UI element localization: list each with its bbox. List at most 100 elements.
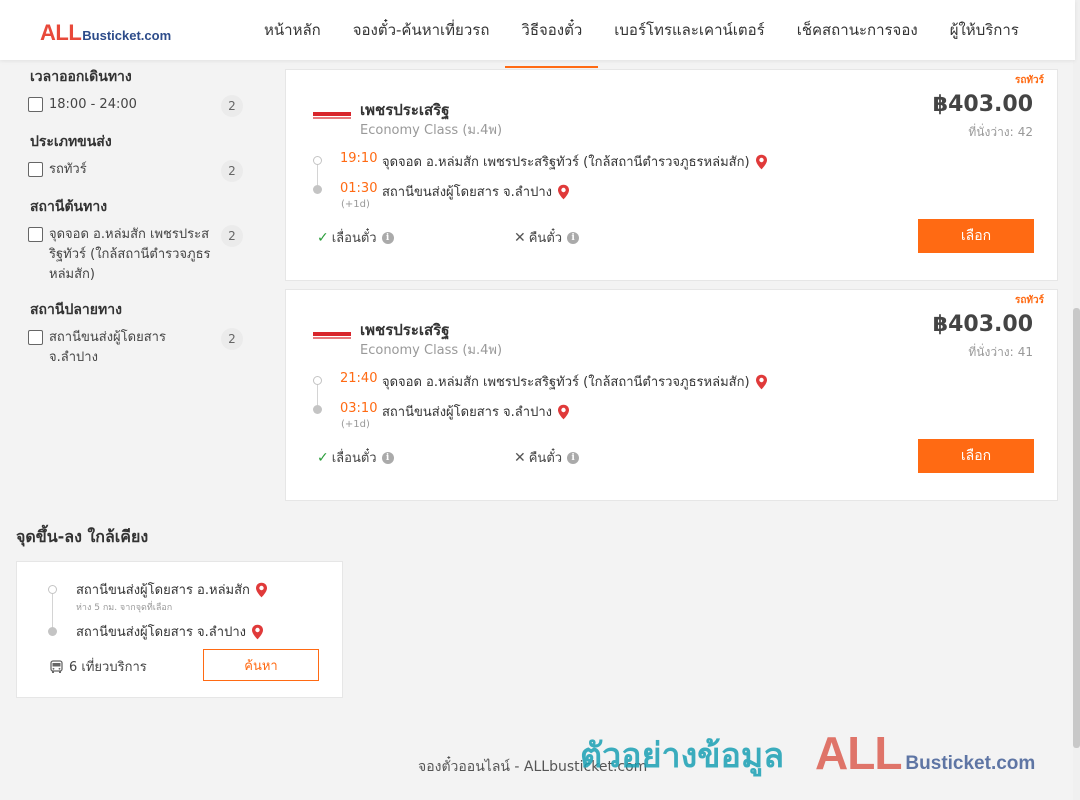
filter-group-transport-type: ประเภทขนส่ง รถทัวร์ 2 <box>28 131 258 182</box>
nearby-from-station: สถานีขนส่งผู้โดยสาร อ.หล่มสัก <box>76 579 268 600</box>
filter-option[interactable]: 18:00 - 24:00 2 <box>28 95 258 117</box>
seats-available: ที่นั่งว่าง: 41 <box>968 343 1033 362</box>
filter-label[interactable]: จุดจอด อ.หล่มสัก เพชรประสริฐทัวร์ (ใกล้ส… <box>49 225 217 285</box>
arrival-dot-icon <box>48 627 57 636</box>
filter-count-badge: 2 <box>221 225 243 247</box>
logo-all-text: ALL <box>40 20 82 45</box>
departure-time: 21:40 <box>340 371 378 386</box>
filter-title: สถานีปลายทาง <box>30 302 122 318</box>
departure-station-name: จุดจอด อ.หล่มสัก เพชรประสริฐทัวร์ (ใกล้ส… <box>382 155 750 170</box>
watermark-logo: ALL Busticket.com <box>815 726 1035 780</box>
filter-option[interactable]: สถานีขนส่งผู้โดยสาร จ.ลำปาง 2 <box>28 328 258 368</box>
trip-card: รถทัวร์ เพชรประเสริฐ Economy Class (ม.4พ… <box>285 69 1058 281</box>
nearby-distance-note: ห่าง 5 กม. จากจุดที่เลือก <box>76 603 173 613</box>
arrival-station-name: สถานีขนส่งผู้โดยสาร จ.ลำปาง <box>382 185 552 200</box>
arrival-station: สถานีขนส่งผู้โดยสาร จ.ลำปาง <box>382 181 570 202</box>
filter-count-badge: 2 <box>221 95 243 117</box>
departure-dot-icon <box>313 156 322 165</box>
map-pin-icon[interactable] <box>255 582 268 598</box>
ticket-price: ฿403.00 <box>932 312 1033 337</box>
filter-title: สถานีต้นทาง <box>30 199 108 215</box>
watermark-logo-rest: Busticket.com <box>905 753 1036 774</box>
seats-label: ที่นั่งว่าง: <box>968 345 1014 359</box>
next-day-indicator: (+1d) <box>341 419 370 430</box>
filter-group-origin-station: สถานีต้นทาง จุดจอด อ.หล่มสัก เพชรประสริฐ… <box>28 196 258 285</box>
filter-label[interactable]: รถทัวร์ <box>49 160 217 180</box>
filter-label[interactable]: 18:00 - 24:00 <box>49 95 217 115</box>
cross-icon: ✕ <box>514 229 526 246</box>
nearby-search-button[interactable]: ค้นหา <box>203 649 319 681</box>
departure-station: จุดจอด อ.หล่มสัก เพชรประสริฐทัวร์ (ใกล้ส… <box>382 151 768 172</box>
filter-title: เวลาออกเดินทาง <box>30 69 132 85</box>
cross-icon: ✕ <box>514 449 526 466</box>
logo-rest-text: Busticket.com <box>82 28 172 43</box>
filter-group-departure-time: เวลาออกเดินทาง 18:00 - 24:00 2 <box>28 66 258 117</box>
select-trip-button[interactable]: เลือก <box>918 219 1034 253</box>
bus-type-tag: รถทัวร์ <box>1014 295 1044 306</box>
bus-class: Economy Class (ม.4พ) <box>360 123 503 138</box>
departure-station-name: จุดจอด อ.หล่มสัก เพชรประสริฐทัวร์ (ใกล้ส… <box>382 375 750 390</box>
feature-label: คืนตั๋ว <box>528 451 563 466</box>
filter-checkbox[interactable] <box>28 330 43 345</box>
feature-refund-ticket: ✕ คืนตั๋ว i <box>514 227 580 248</box>
nav-check-booking[interactable]: เช็คสถานะการจอง <box>781 0 934 60</box>
info-icon[interactable]: i <box>567 231 580 244</box>
nav-home[interactable]: หน้าหลัก <box>248 0 337 60</box>
map-pin-icon[interactable] <box>251 624 264 640</box>
filter-option[interactable]: รถทัวร์ 2 <box>28 160 258 182</box>
nearby-to-station: สถานีขนส่งผู้โดยสาร จ.ลำปาง <box>76 621 264 642</box>
nav-how-to-book[interactable]: วิธีจองตั๋ว <box>505 0 599 68</box>
seats-label: ที่นั่งว่าง: <box>968 125 1014 139</box>
feature-change-ticket: ✓ เลื่อนตั๋ว i <box>317 447 394 468</box>
map-pin-icon[interactable] <box>755 374 768 390</box>
operator-logo-icon <box>313 332 351 339</box>
info-icon[interactable]: i <box>567 451 580 464</box>
info-icon[interactable]: i <box>381 451 394 464</box>
seats-count: 41 <box>1017 345 1033 359</box>
map-pin-icon[interactable] <box>557 404 570 420</box>
feature-label: เลื่อนตั๋ว <box>331 231 377 246</box>
filter-count-badge: 2 <box>221 160 243 182</box>
nav-book-search[interactable]: จองตั๋ว-ค้นหาเที่ยวรถ <box>337 0 506 60</box>
filter-option[interactable]: จุดจอด อ.หล่มสัก เพชรประสริฐทัวร์ (ใกล้ส… <box>28 225 258 285</box>
bus-type-tag: รถทัวร์ <box>1014 75 1044 86</box>
seats-available: ที่นั่งว่าง: 42 <box>968 123 1033 142</box>
nearby-to-station-name: สถานีขนส่งผู้โดยสาร จ.ลำปาง <box>76 625 246 640</box>
map-pin-icon[interactable] <box>755 154 768 170</box>
bus-icon <box>50 659 63 673</box>
filter-sidebar: เวลาออกเดินทาง 18:00 - 24:00 2 ประเภทขนส… <box>28 66 258 382</box>
info-icon[interactable]: i <box>381 231 394 244</box>
departure-station: จุดจอด อ.หล่มสัก เพชรประสริฐทัวร์ (ใกล้ส… <box>382 371 768 392</box>
nearby-stops-card: สถานีขนส่งผู้โดยสาร อ.หล่มสัก ห่าง 5 กม.… <box>16 561 343 698</box>
bus-class: Economy Class (ม.4พ) <box>360 343 503 358</box>
route-line <box>52 590 53 630</box>
nearby-trips-label: 6 เที่ยวบริการ <box>69 660 147 675</box>
departure-dot-icon <box>48 585 57 594</box>
arrival-dot-icon <box>313 405 322 414</box>
nav-operators[interactable]: ผู้ให้บริการ <box>934 0 1035 60</box>
nearby-from-station-name: สถานีขนส่งผู้โดยสาร อ.หล่มสัก <box>76 583 250 598</box>
scrollbar-thumb[interactable] <box>1073 308 1080 748</box>
filter-label[interactable]: สถานีขนส่งผู้โดยสาร จ.ลำปาง <box>49 328 217 368</box>
filter-title: ประเภทขนส่ง <box>30 134 112 150</box>
nearby-trips-count: 6 เที่ยวบริการ <box>50 656 147 677</box>
arrival-time: 03:10 <box>340 401 378 416</box>
map-pin-icon[interactable] <box>557 184 570 200</box>
departure-dot-icon <box>313 376 322 385</box>
nav-phone-counters[interactable]: เบอร์โทรและเคาน์เตอร์ <box>598 0 780 60</box>
trip-card: รถทัวร์ เพชรประเสริฐ Economy Class (ม.4พ… <box>285 289 1058 501</box>
site-logo[interactable]: ALL Busticket.com <box>40 20 171 46</box>
top-header: ALL Busticket.com หน้าหลัก จองตั๋ว-ค้นหา… <box>0 0 1075 68</box>
arrival-station: สถานีขนส่งผู้โดยสาร จ.ลำปาง <box>382 401 570 422</box>
select-trip-button[interactable]: เลือก <box>918 439 1034 473</box>
check-icon: ✓ <box>317 229 329 246</box>
filter-checkbox[interactable] <box>28 162 43 177</box>
next-day-indicator: (+1d) <box>341 199 370 210</box>
seats-count: 42 <box>1017 125 1033 139</box>
filter-group-destination-station: สถานีปลายทาง สถานีขนส่งผู้โดยสาร จ.ลำปาง… <box>28 299 258 368</box>
nearby-stops-title: จุดขึ้น-ลง ใกล้เคียง <box>16 527 149 546</box>
arrival-dot-icon <box>313 185 322 194</box>
filter-checkbox[interactable] <box>28 227 43 242</box>
filter-checkbox[interactable] <box>28 97 43 112</box>
main-nav: หน้าหลัก จองตั๋ว-ค้นหาเที่ยวรถ วิธีจองตั… <box>248 0 1035 68</box>
